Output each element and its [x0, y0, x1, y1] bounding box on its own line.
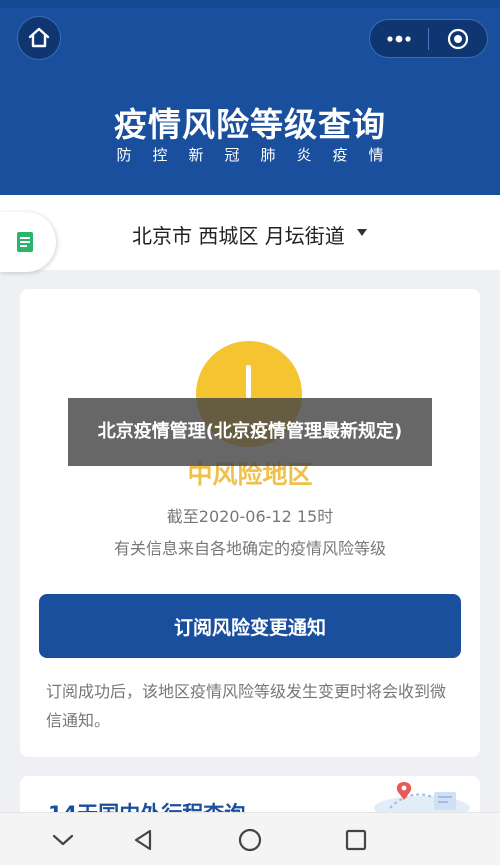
subscribe-description: 订阅成功后，该地区疫情风险等级发生变更时将会收到微信通知。 — [46, 682, 447, 730]
page-title: 疫情风险等级查询 — [114, 105, 386, 144]
nav-recents-button[interactable] — [339, 823, 373, 857]
image-caption-overlay: 北京疫情管理(北京疫情管理最新规定) — [68, 398, 432, 466]
more-dots-icon — [387, 35, 411, 42]
location-selector[interactable]: 北京市 西城区 月坛街道 — [132, 220, 345, 249]
nav-home-button[interactable] — [233, 823, 267, 857]
back-triangle-icon — [134, 829, 152, 851]
subscribe-button[interactable]: 订阅风险变更通知 — [39, 594, 461, 658]
document-icon — [17, 232, 33, 252]
as-of-timestamp: 截至2020-06-12 15时 — [166, 507, 334, 526]
nav-back-button[interactable] — [126, 823, 160, 857]
nav-down-button[interactable] — [46, 823, 80, 857]
status-bar — [0, 0, 500, 8]
header-banner: 疫情风险等级查询 防控新冠肺炎疫情 — [0, 0, 500, 195]
home-circle-icon — [238, 828, 262, 852]
target-circle-icon — [447, 28, 469, 49]
exclamation-icon — [246, 365, 251, 398]
home-icon — [28, 27, 50, 48]
chevron-down-icon — [52, 834, 74, 846]
close-button[interactable] — [429, 20, 487, 57]
system-nav-bar — [0, 812, 500, 865]
caption-text: 北京疫情管理(北京疫情管理最新规定) — [97, 421, 403, 442]
recents-square-icon — [345, 829, 367, 851]
more-button[interactable] — [370, 20, 428, 57]
home-button[interactable] — [17, 16, 61, 60]
caret-down-icon[interactable] — [357, 229, 367, 236]
mini-program-capsule — [369, 19, 488, 58]
info-source-note: 有关信息来自各地确定的疫情风险等级 — [113, 539, 386, 558]
page-subtitle: 防控新冠肺炎疫情 — [116, 146, 405, 164]
